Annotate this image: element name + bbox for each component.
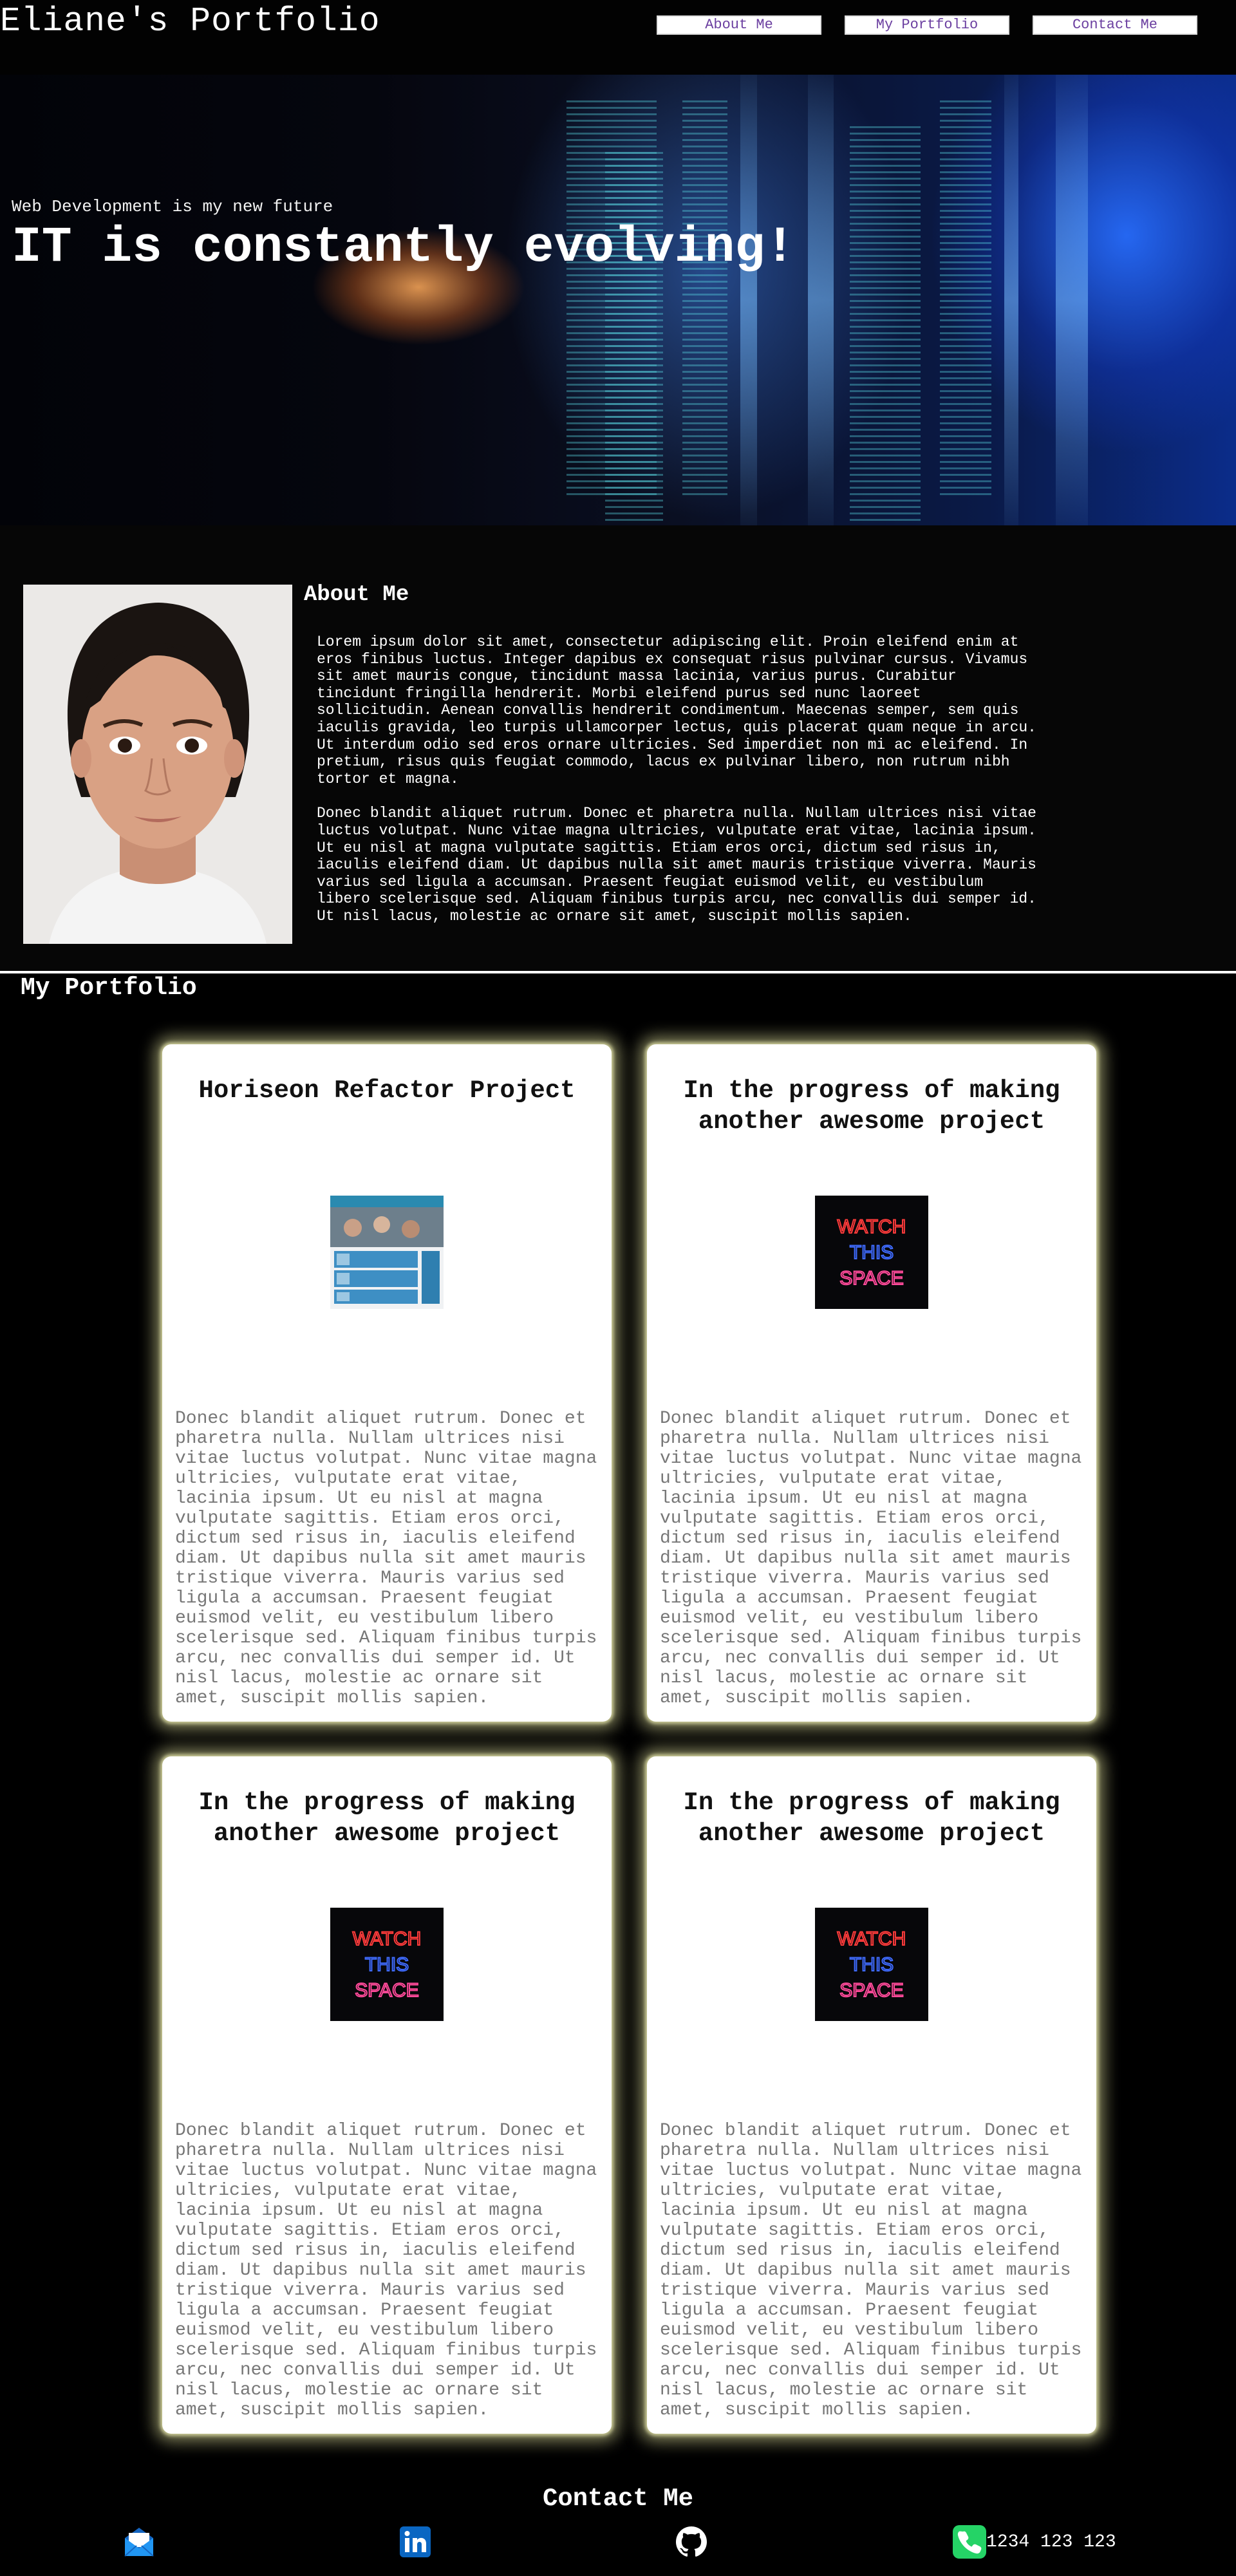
project-thumbnail[interactable]	[330, 1196, 444, 1309]
project-description: Donec blandit aliquet rutrum. Donec et p…	[175, 1409, 597, 1708]
project-thumbnail[interactable]: WATCH THIS SPACE	[815, 1908, 928, 2021]
github-icon[interactable]	[673, 2524, 709, 2560]
neon-line-3: SPACE	[839, 1268, 903, 1289]
project-card[interactable]: In the progress of making another awesom…	[647, 1756, 1096, 2434]
project-thumbnail[interactable]: WATCH THIS SPACE	[815, 1196, 928, 1309]
neon-line-3: SPACE	[839, 1980, 903, 2001]
hero-code-column	[940, 100, 991, 500]
hero-code-column	[605, 152, 663, 525]
nav-my-portfolio-button[interactable]: My Portfolio	[845, 15, 1009, 35]
watch-this-space-neon-image: WATCH THIS SPACE	[815, 1908, 928, 2021]
phone-number[interactable]: 1234 123 123	[986, 2532, 1116, 2553]
nav-about-me-button[interactable]: About Me	[657, 15, 821, 35]
project-title: Horiseon Refactor Project	[198, 1076, 576, 1105]
about-text: Lorem ipsum dolor sit amet, consectetur …	[317, 634, 1044, 943]
watch-this-space-neon-image: WATCH THIS SPACE	[815, 1196, 928, 1309]
phone-icon[interactable]	[951, 2524, 988, 2560]
project-title: In the progress of making another awesom…	[683, 1076, 1060, 1136]
contact-title: Contact Me	[542, 2485, 694, 2513]
hero-light-beam	[740, 75, 757, 525]
project-title: In the progress of making another awesom…	[683, 1789, 1060, 1848]
about-section: About Me Lorem ipsum dolor sit amet, con…	[0, 525, 1236, 971]
project-card[interactable]: In the progress of making another awesom…	[647, 1044, 1096, 1722]
neon-line-2: THIS	[850, 1242, 894, 1263]
project-description: Donec blandit aliquet rutrum. Donec et p…	[660, 2121, 1082, 2420]
hero-light-beam	[808, 75, 834, 525]
neon-line-2: THIS	[850, 1954, 894, 1975]
hero-code-column	[682, 100, 727, 500]
project-description: Donec blandit aliquet rutrum. Donec et p…	[660, 1409, 1082, 1708]
mail-icon[interactable]	[121, 2524, 157, 2560]
project-description: Donec blandit aliquet rutrum. Donec et p…	[175, 2121, 597, 2420]
hero-title: IT is constantly evolving!	[12, 220, 795, 276]
neon-line-1: WATCH	[353, 1928, 422, 1950]
project-card[interactable]: Horiseon Refactor Project Donec blandit …	[162, 1044, 612, 1722]
project-title: In the progress of making another awesom…	[198, 1789, 576, 1848]
profile-photo-illustration	[23, 585, 292, 944]
project-card[interactable]: In the progress of making another awesom…	[162, 1756, 612, 2434]
nav-contact-me-button[interactable]: Contact Me	[1033, 15, 1197, 35]
about-paragraph: Donec blandit aliquet rutrum. Donec et p…	[317, 805, 1036, 925]
neon-line-1: WATCH	[838, 1216, 906, 1237]
horiseon-website-thumbnail	[330, 1196, 444, 1309]
hero-banner: Web Development is my new future IT is c…	[0, 75, 1236, 525]
portfolio-title: My Portfolio	[21, 974, 197, 1002]
hero-subtitle: Web Development is my new future	[12, 197, 333, 216]
hero-light-beam	[1056, 75, 1088, 525]
neon-line-1: WATCH	[838, 1928, 906, 1950]
watch-this-space-neon-image: WATCH THIS SPACE	[330, 1908, 444, 2021]
profile-photo	[23, 585, 292, 944]
site-title: Eliane's Portfolio	[0, 2, 380, 41]
neon-line-2: THIS	[365, 1954, 409, 1975]
site-header: Eliane's Portfolio About Me My Portfolio…	[0, 0, 1236, 75]
linkedin-icon[interactable]	[397, 2524, 433, 2560]
project-thumbnail[interactable]: WATCH THIS SPACE	[330, 1908, 444, 2021]
about-paragraph: Lorem ipsum dolor sit amet, consectetur …	[317, 634, 1036, 787]
about-title: About Me	[304, 583, 409, 607]
hero-light-beam	[1004, 75, 1018, 525]
neon-line-3: SPACE	[355, 1980, 418, 2001]
hero-code-column	[850, 126, 921, 525]
